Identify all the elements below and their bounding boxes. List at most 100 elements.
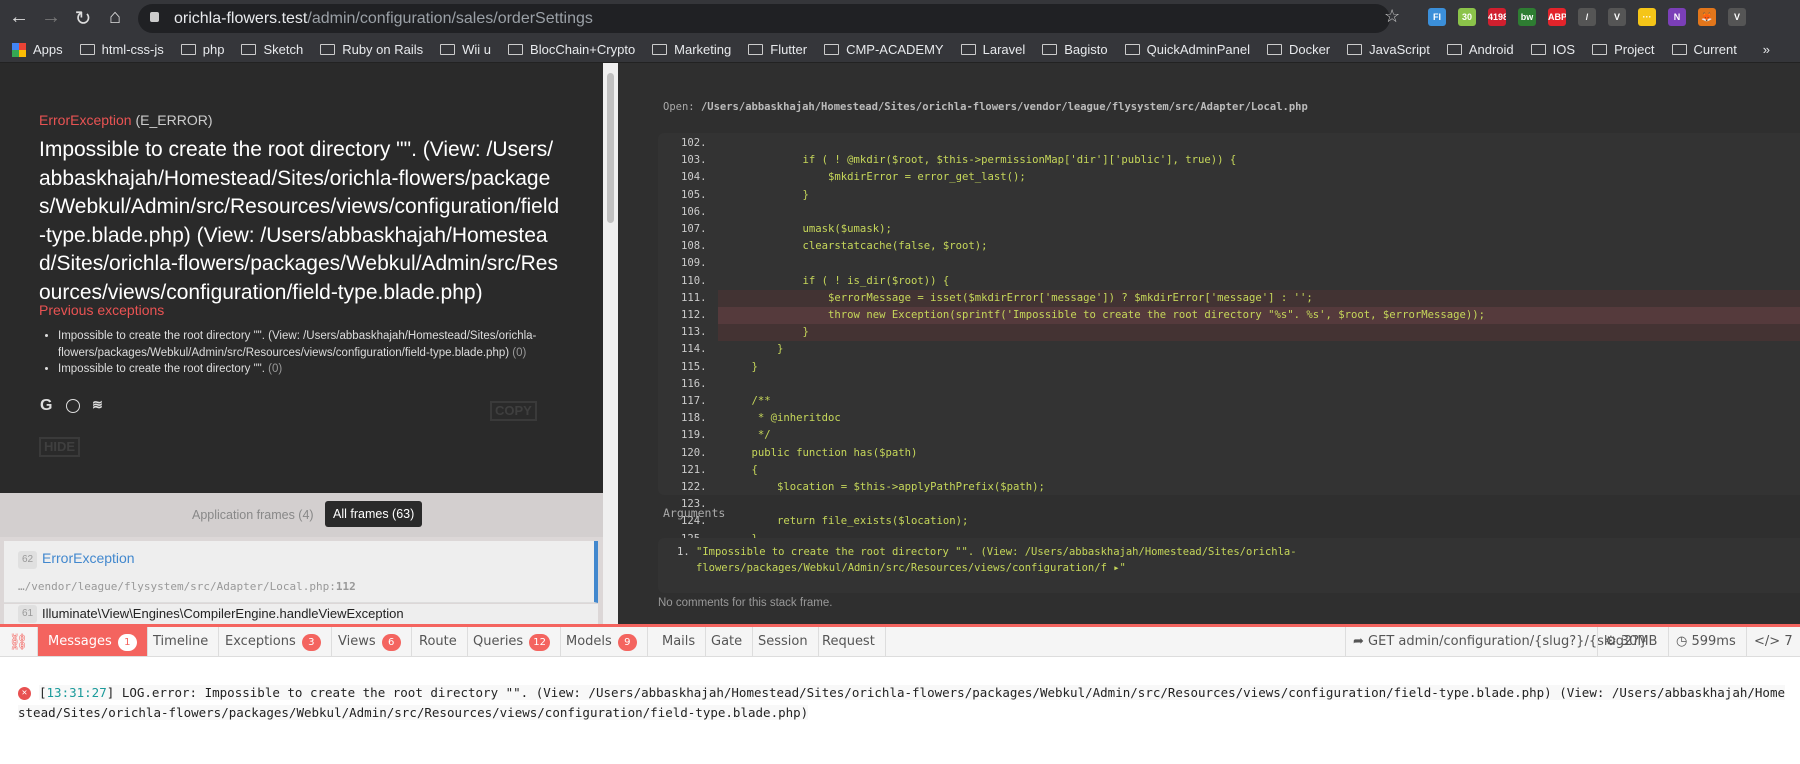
bookmark-folder[interactable]: html-css-js [79, 42, 164, 57]
bookmark-folder[interactable]: php [180, 42, 224, 57]
address-bar[interactable]: orichla-flowers.test/admin/configuration… [138, 4, 1390, 33]
apps-shortcut[interactable]: Apps [12, 42, 63, 57]
code-line: 117. /** [658, 393, 1800, 410]
tab-label: Session [758, 634, 808, 649]
debugbar-tab-queries[interactable]: Queries 12 [463, 627, 561, 656]
bookmark-folder[interactable]: Flutter [748, 42, 807, 57]
reload-icon[interactable]: ↻ [70, 6, 96, 31]
bookmark-label: Laravel [982, 42, 1026, 57]
debugbar-tab-request[interactable]: Request [812, 627, 886, 656]
bookmark-folder[interactable]: Bagisto [1042, 42, 1108, 57]
extension-icon[interactable]: 4198 [1488, 8, 1506, 26]
code-line: 106. [658, 204, 1800, 221]
code-icon: </> [1754, 634, 1781, 649]
folder-icon [1592, 44, 1608, 55]
debugbar-tab-models[interactable]: Models 9 [556, 627, 648, 656]
time-info[interactable]: ◷ 599ms [1668, 627, 1743, 656]
debugbar-tab-mails[interactable]: Mails [652, 627, 707, 656]
debugbar-tab-views[interactable]: Views 6 [328, 627, 412, 656]
stackoverflow-icon[interactable]: ≋ [92, 397, 103, 413]
argument[interactable]: "Impossible to create the root directory… [696, 544, 1436, 576]
tab-all-frames[interactable]: All frames (63) [325, 501, 423, 527]
bookmark-folder[interactable]: QuickAdminPanel [1124, 42, 1250, 57]
line-number: 115. [681, 360, 707, 373]
extension-icon[interactable]: V [1728, 8, 1746, 26]
debugbar-tab-gate[interactable]: Gate [701, 627, 754, 656]
line-code: { [726, 463, 758, 476]
log-time: 13:31:27 [46, 685, 107, 700]
laravel-logo-icon[interactable]: ⛓ [0, 627, 38, 656]
bookmark-folder[interactable]: Ruby on Rails [320, 42, 423, 57]
bookmark-folder[interactable]: CMP-ACADEMY [824, 42, 944, 57]
log-text: Impossible to create the root directory … [18, 685, 1785, 720]
php-version-info[interactable]: </> 7 [1746, 627, 1800, 656]
line-code: /** [726, 395, 771, 407]
debugbar-tab-route[interactable]: Route [409, 627, 468, 656]
home-icon[interactable]: ⌂ [102, 6, 128, 29]
bookmark-folder[interactable]: Project [1592, 42, 1655, 57]
left-scrollbar-thumb[interactable] [607, 73, 614, 223]
folder-icon [1347, 44, 1363, 55]
open-file-path[interactable]: Open: /Users/abbaskhajah/Homestead/Sites… [663, 101, 1308, 113]
line-code: $errorMessage = isset($mkdirError['messa… [726, 291, 1313, 304]
bookmark-folder[interactable]: Marketing [652, 42, 731, 57]
bookmark-folder[interactable]: IOS [1530, 42, 1575, 57]
extension-icon[interactable]: V [1608, 8, 1626, 26]
copy-button[interactable]: COPY [490, 401, 537, 421]
back-icon[interactable]: ← [6, 6, 32, 29]
code-line: 119. */ [658, 427, 1800, 444]
debugbar-tab-exceptions[interactable]: Exceptions 3 [215, 627, 332, 656]
bookmark-folder[interactable]: Android [1446, 42, 1514, 57]
more-bookmarks-button[interactable]: » [1763, 42, 1770, 57]
extension-icon[interactable]: bw [1518, 8, 1536, 26]
bookmark-folder[interactable]: Docker [1266, 42, 1331, 57]
code-line: 115. } [658, 359, 1800, 376]
previous-exception-count: (0) [512, 346, 527, 359]
debugbar-tab-timeline[interactable]: Timeline [143, 627, 220, 656]
frame-line: 112 [335, 580, 356, 593]
extension-icon[interactable]: FI [1428, 8, 1446, 26]
line-number: 105. [681, 188, 707, 201]
bookmark-folder[interactable]: Sketch [241, 42, 303, 57]
folder-icon [824, 44, 840, 55]
extension-icon[interactable]: 30 [1458, 8, 1476, 26]
folder-icon [79, 44, 95, 55]
extension-icon[interactable]: / [1578, 8, 1596, 26]
forward-icon[interactable]: → [38, 6, 64, 29]
code-line: 113. } [681, 324, 1800, 342]
code-line: 122. $location = $this->applyPathPrefix(… [658, 479, 1800, 496]
bookmark-label: Docker [1288, 42, 1331, 57]
duckduckgo-icon[interactable] [66, 399, 80, 413]
line-number: 110. [681, 274, 707, 287]
log-message[interactable]: ✕ [13:31:27] LOG.error: Impossible to cre… [18, 683, 1788, 723]
tab-count-badge: 1 [117, 634, 137, 651]
bookmark-label: Marketing [674, 42, 732, 57]
stack-frame-active[interactable]: 62 ErrorException …/vendor/league/flysys… [4, 541, 598, 603]
bookmark-folder[interactable]: BlocChain+Crypto [508, 42, 635, 57]
extension-icon[interactable]: N [1668, 8, 1686, 26]
extension-icon[interactable]: 🦊 [1698, 8, 1716, 26]
hide-button[interactable]: HIDE [39, 437, 81, 457]
google-search-icon[interactable]: G [40, 397, 52, 415]
previous-exception-text: Impossible to create the root directory … [58, 363, 265, 375]
bookmark-star-icon[interactable]: ☆ [1384, 6, 1400, 27]
bookmark-folder[interactable]: Laravel [960, 42, 1026, 57]
debugbar-tab-messages[interactable]: Messages 1 [38, 627, 148, 656]
folder-icon [748, 44, 764, 55]
previous-exception: Impossible to create the root directory … [58, 361, 578, 378]
tab-application-frames[interactable]: Application frames (4) [192, 504, 314, 526]
line-code: $mkdirError = error_get_last(); [726, 171, 1026, 184]
extension-icon[interactable]: ABP [1548, 8, 1566, 26]
memory-info[interactable]: ⚙ 30MB [1597, 627, 1664, 656]
bookmark-folder[interactable]: Current [1671, 42, 1737, 57]
line-number: 102. [681, 137, 707, 149]
folder-icon [440, 44, 456, 55]
bookmark-label: Wii u [462, 42, 492, 57]
debugbar-tab-session[interactable]: Session [748, 627, 819, 656]
bookmark-folder[interactable]: JavaScript [1347, 42, 1430, 57]
arguments-box: "Impossible to create the root directory… [658, 538, 1800, 593]
stack-frame[interactable]: 61 Illuminate\View\Engines\CompilerEngin… [4, 604, 598, 624]
extension-icon[interactable]: ··· [1638, 8, 1656, 26]
bookmark-folder[interactable]: Wii u [440, 42, 491, 57]
folder-icon [241, 44, 257, 55]
